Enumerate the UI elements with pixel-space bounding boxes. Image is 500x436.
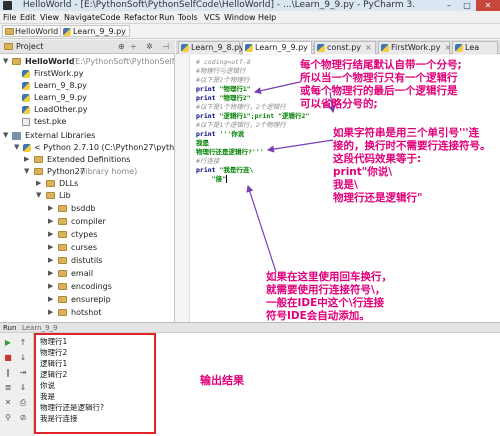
output-highlight-box xyxy=(34,333,156,434)
pause-icon[interactable]: ∥ xyxy=(3,368,13,378)
arrow-to-line1 xyxy=(253,81,301,95)
rerun-icon[interactable]: ▶ xyxy=(3,338,13,348)
run-config-label[interactable]: Learn_9_9 xyxy=(22,323,57,333)
scroll-up-icon[interactable]: ↑ xyxy=(18,338,28,348)
clear-icon[interactable]: ⊘ xyxy=(18,413,28,423)
annotation-triple-quote: 如果字符串是用三个单引号'''连 接的，换行时不需要行连接符号。 这段代码效果等… xyxy=(333,127,491,204)
arrow-to-line-continuation xyxy=(246,184,277,273)
annotation-line-continuation: 如果在这里使用回车换行， 就需要使用行连接符号\， 一般在IDE中这个\行连接 … xyxy=(266,271,392,322)
run-panel-header: Run Learn_9_9 xyxy=(0,322,500,333)
print-icon[interactable]: ⎙ xyxy=(18,398,28,408)
scroll-end-icon[interactable]: ⇓ xyxy=(18,383,28,393)
run-toolbar: ▶ ↑ ■ ↓ ∥ ⇥ ≣ ⇓ ✕ ⎙ ⚲ ⊘ xyxy=(0,333,34,436)
stop-icon[interactable]: ■ xyxy=(3,353,13,363)
annotation-output: 输出结果 xyxy=(200,374,244,387)
close-run-icon[interactable]: ✕ xyxy=(3,398,13,408)
dump-threads-icon[interactable]: ≣ xyxy=(3,383,13,393)
arrow-to-triple-quote xyxy=(266,139,334,153)
scroll-down-icon[interactable]: ↓ xyxy=(18,353,28,363)
annotation-semicolon: 每个物理行结尾默认自带一个分号; 所以当一个物理行只有一个逻辑行 或每个物理行的… xyxy=(300,59,462,110)
pin-icon[interactable]: ⚲ xyxy=(3,413,13,423)
soft-wrap-icon[interactable]: ⇥ xyxy=(18,368,28,378)
run-tab-label[interactable]: Run xyxy=(3,323,16,333)
